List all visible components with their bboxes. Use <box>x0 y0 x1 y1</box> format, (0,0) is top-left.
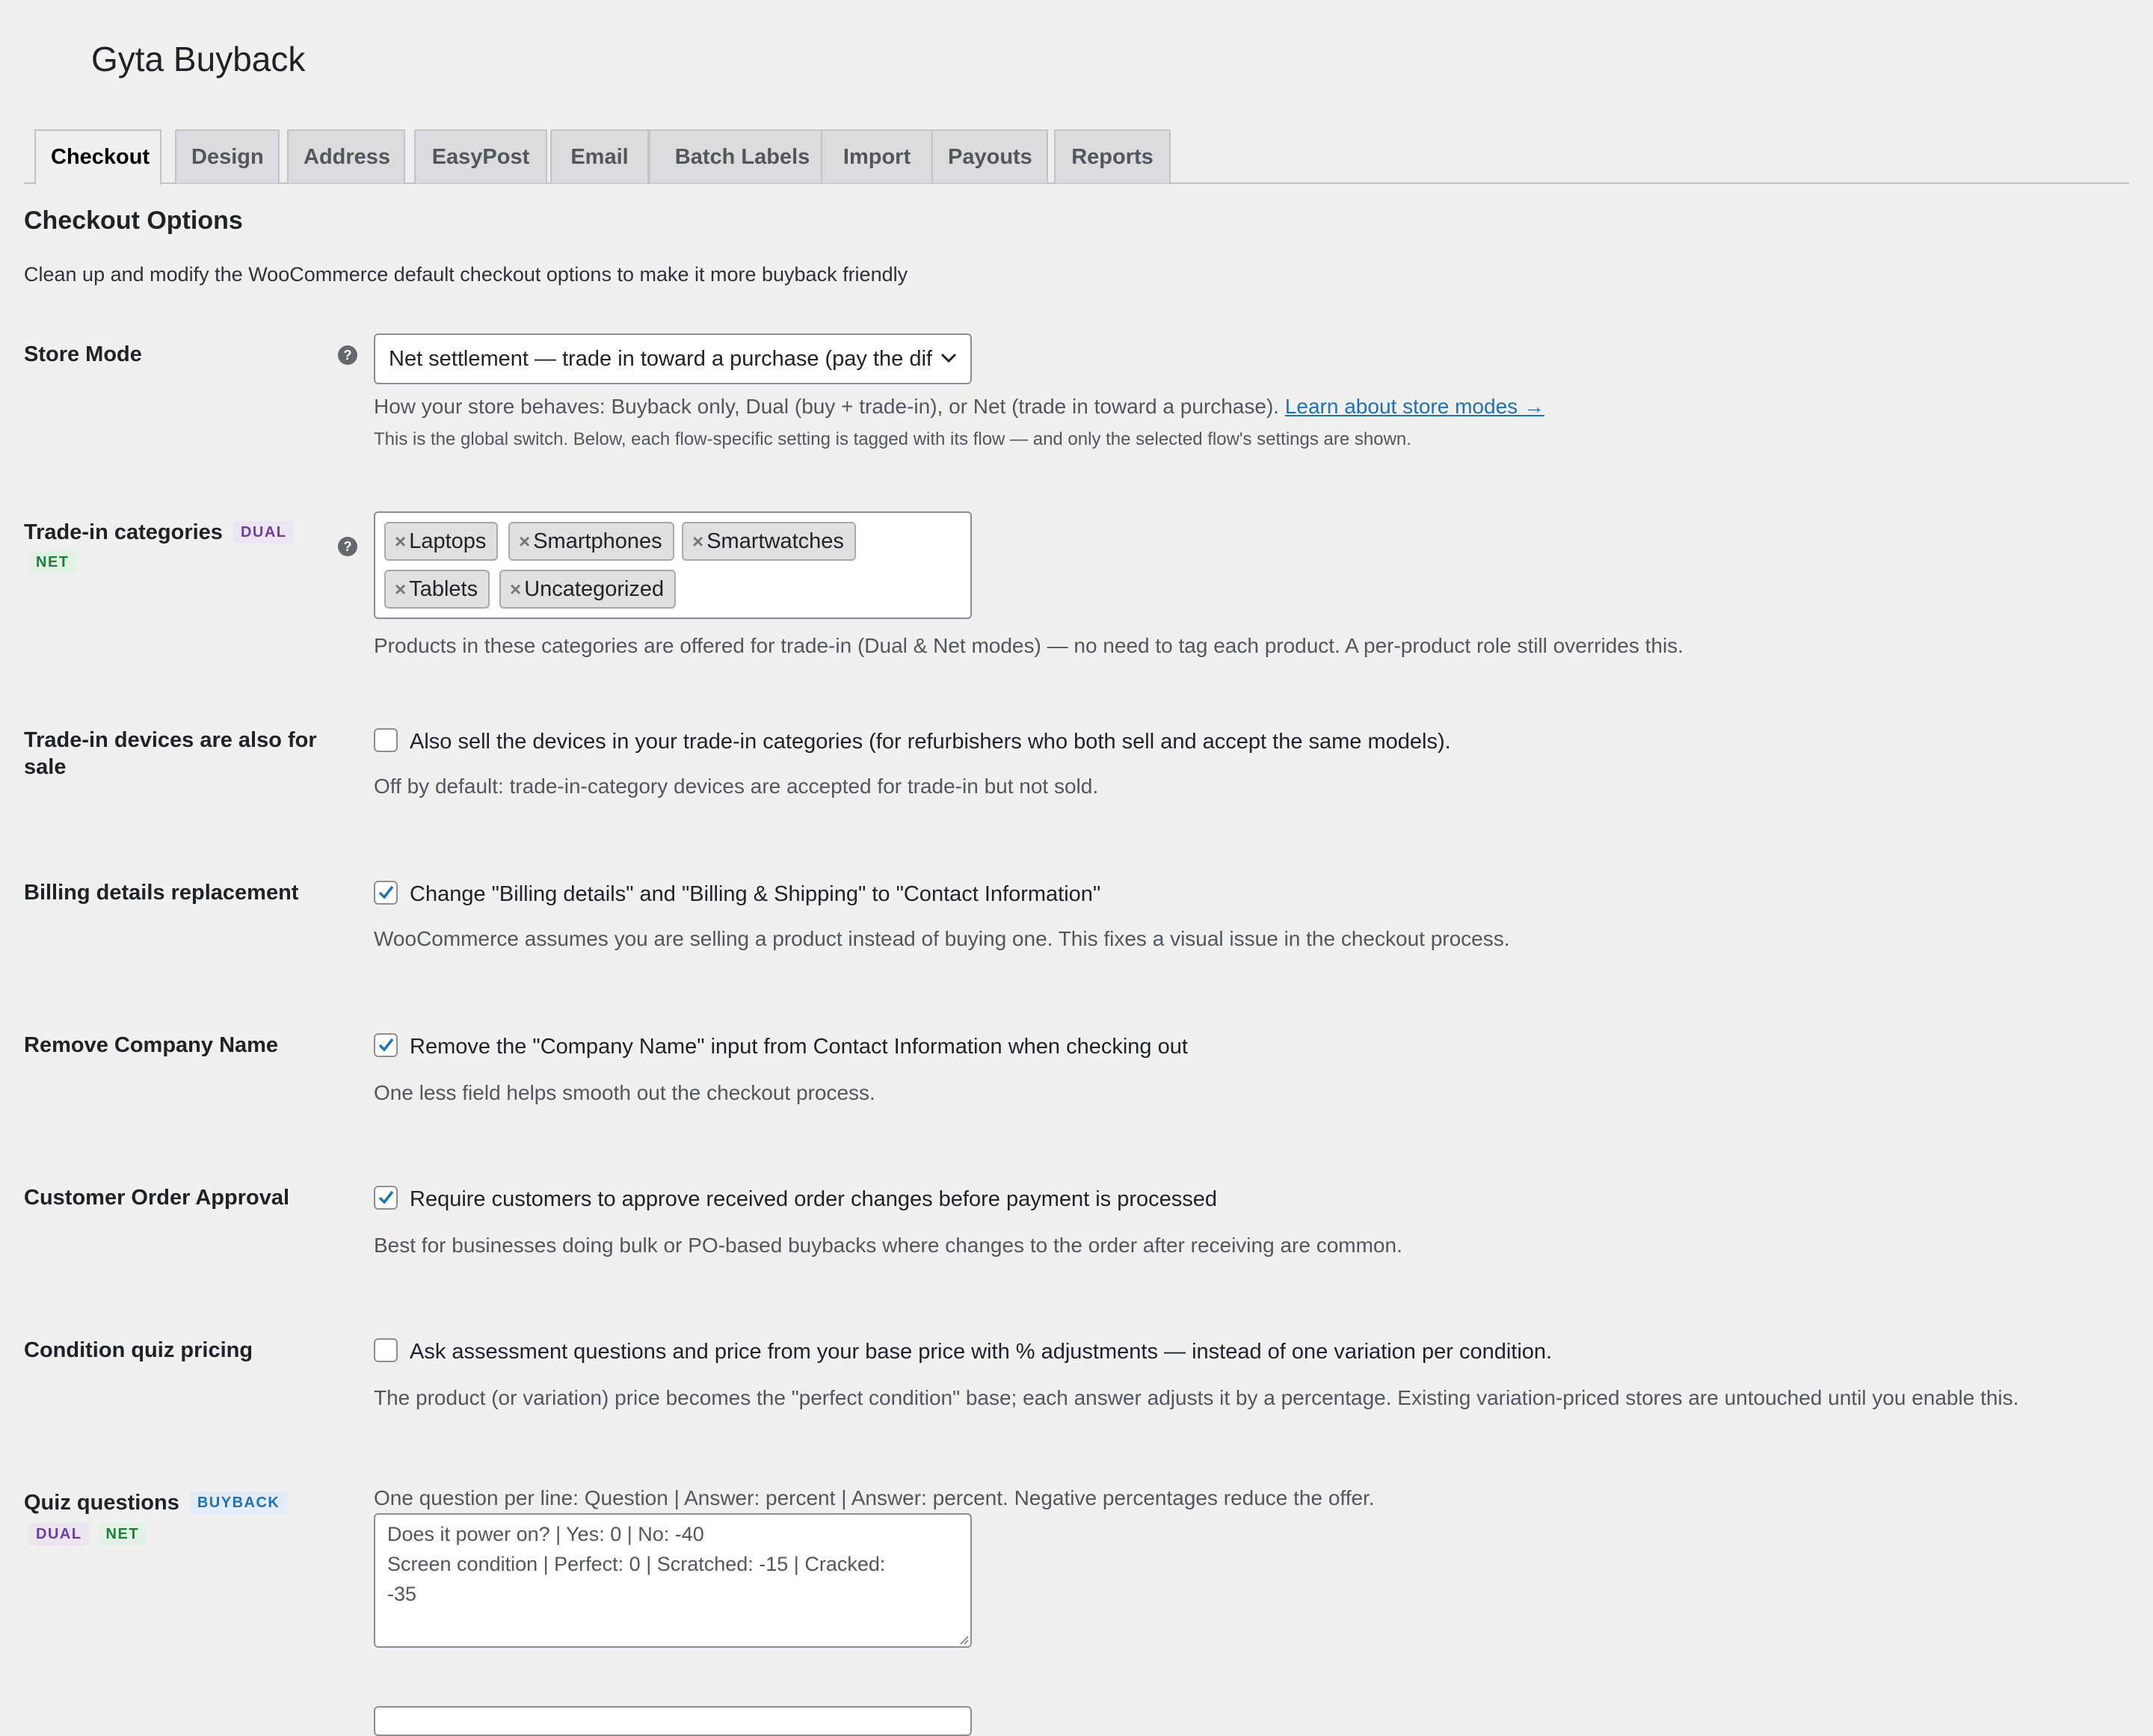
trade-in-sale-checkbox[interactable] <box>374 728 398 752</box>
remove-company-checkbox-label[interactable]: Remove the "Company Name" input from Con… <box>410 1035 1188 1059</box>
billing-replacement-checkbox[interactable] <box>374 881 398 905</box>
next-setting-input[interactable] <box>374 1706 972 1736</box>
quiz-pricing-checkbox-label[interactable]: Ask assessment questions and price from … <box>410 1340 1552 1364</box>
section-description: Clean up and modify the WooCommerce defa… <box>24 263 908 286</box>
category-tag[interactable]: × Smartwatches <box>682 522 856 561</box>
trade-in-categories-badges: NET <box>28 550 86 574</box>
quiz-questions-label: Quiz questions BUYBACK <box>24 1489 288 1516</box>
quiz-question-line: Does it power on? | Yes: 0 | No: -40 <box>387 1523 704 1545</box>
trade-in-categories-label-text: Trade-in categories <box>24 520 223 544</box>
trade-in-sale-label-line2: sale <box>24 755 67 779</box>
tab-design[interactable]: Design <box>175 129 280 183</box>
category-tag-label: Smartphones <box>533 529 662 553</box>
net-badge: NET <box>28 551 77 573</box>
category-tag[interactable]: × Laptops <box>384 522 499 561</box>
quiz-questions-label-text: Quiz questions <box>24 1491 179 1515</box>
net-badge: NET <box>98 1523 147 1545</box>
x-icon[interactable]: × <box>692 530 703 552</box>
order-approval-description: Best for businesses doing bulk or PO-bas… <box>374 1234 1402 1257</box>
remove-company-description: One less field helps smooth out the chec… <box>374 1081 875 1104</box>
category-tag-label: Tablets <box>409 577 478 601</box>
chevron-down-icon <box>934 335 964 383</box>
billing-replacement-checkbox-label[interactable]: Change "Billing details" and "Billing & … <box>410 882 1100 907</box>
tab-reports[interactable]: Reports <box>1054 129 1171 183</box>
quiz-questions-help: One question per line: Question | Answer… <box>374 1486 1375 1509</box>
store-mode-note: This is the global switch. Below, each f… <box>374 429 1411 449</box>
question-circle-icon[interactable]: ? <box>338 345 357 365</box>
trade-in-categories-label: Trade-in categories DUAL <box>24 519 295 546</box>
page-title: Gyta Buyback <box>91 40 306 79</box>
tab-payouts[interactable]: Payouts <box>931 129 1048 183</box>
settings-page: Gyta Buyback Checkout Design Address Eas… <box>0 0 2153 1736</box>
order-approval-checkbox-label[interactable]: Require customers to approve received or… <box>410 1187 1217 1212</box>
remove-company-label: Remove Company Name <box>24 1033 279 1057</box>
billing-replacement-description: WooCommerce assumes you are selling a pr… <box>374 927 1510 950</box>
tab-bar: Checkout Design Address EasyPost Email B… <box>24 129 2129 185</box>
quiz-pricing-checkbox[interactable] <box>374 1338 398 1362</box>
quiz-pricing-label: Condition quiz pricing <box>24 1338 253 1362</box>
x-icon[interactable]: × <box>519 530 530 552</box>
quiz-questions-textarea[interactable]: Does it power on? | Yes: 0 | No: -40 Scr… <box>374 1513 972 1648</box>
resize-handle-icon[interactable] <box>957 1633 969 1645</box>
store-mode-select[interactable]: Net settlement — trade in toward a purch… <box>374 333 972 384</box>
x-icon[interactable]: × <box>395 530 406 552</box>
quiz-questions-badges: DUAL NET <box>28 1522 155 1546</box>
category-tag[interactable]: × Smartphones <box>508 522 674 561</box>
dual-badge: DUAL <box>28 1523 90 1545</box>
section-title: Checkout Options <box>24 206 243 235</box>
checkmark-icon <box>378 885 394 899</box>
trade-in-sale-label-line1: Trade-in devices are also for <box>24 728 317 752</box>
tab-batch-labels[interactable]: Batch Labels <box>649 129 836 183</box>
checkmark-icon <box>378 1190 394 1204</box>
dual-badge: DUAL <box>232 521 295 544</box>
store-mode-label: Store Mode <box>24 342 142 366</box>
store-mode-description-text: How your store behaves: Buyback only, Du… <box>374 395 1280 418</box>
trade-in-sale-description: Off by default: trade-in-category device… <box>374 775 1099 798</box>
tab-easypost[interactable]: EasyPost <box>414 129 547 183</box>
tab-checkout[interactable]: Checkout <box>34 129 161 185</box>
order-approval-checkbox[interactable] <box>374 1186 398 1210</box>
tab-address[interactable]: Address <box>287 129 405 183</box>
quiz-question-line: Screen condition | Perfect: 0 | Scratche… <box>387 1553 886 1575</box>
billing-replacement-label: Billing details replacement <box>24 881 299 905</box>
category-tag-label: Uncategorized <box>524 577 665 601</box>
order-approval-label: Customer Order Approval <box>24 1186 290 1210</box>
tab-email[interactable]: Email <box>550 129 649 183</box>
x-icon[interactable]: × <box>395 578 406 600</box>
category-tag[interactable]: × Tablets <box>384 570 490 609</box>
buyback-badge: BUYBACK <box>189 1492 288 1514</box>
checkmark-icon <box>378 1038 394 1052</box>
trade-in-categories-input[interactable]: × Laptops × Smartphones × Smartwatches × Tab… <box>374 511 972 619</box>
question-circle-icon[interactable]: ? <box>338 537 357 556</box>
category-tag-label: Laptops <box>409 529 487 553</box>
category-tag-label: Smartwatches <box>706 529 844 553</box>
store-mode-selected-value: Net settlement — trade in toward a purch… <box>389 347 932 371</box>
trade-in-sale-label: Trade-in devices are also for sale <box>24 727 317 781</box>
trade-in-categories-description: Products in these categories are offered… <box>374 634 1684 657</box>
category-tag[interactable]: × Uncategorized <box>499 570 677 609</box>
x-icon[interactable]: × <box>510 578 521 600</box>
learn-store-modes-link[interactable]: Learn about store modes → <box>1285 395 1544 418</box>
quiz-pricing-description: The product (or variation) price becomes… <box>374 1386 2019 1409</box>
store-mode-description: How your store behaves: Buyback only, Du… <box>374 395 1544 419</box>
remove-company-checkbox[interactable] <box>374 1033 398 1057</box>
trade-in-sale-checkbox-label[interactable]: Also sell the devices in your trade-in c… <box>410 730 1451 754</box>
tab-import[interactable]: Import <box>821 129 933 183</box>
quiz-question-line: -35 <box>387 1583 417 1605</box>
